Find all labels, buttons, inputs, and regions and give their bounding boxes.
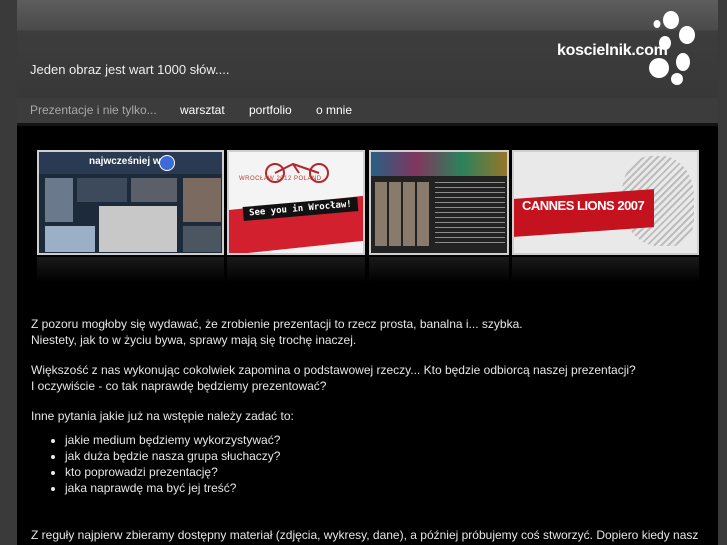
name-list-image xyxy=(435,182,505,246)
header: Jeden obraz jest wart 1000 słów.... kosc… xyxy=(17,0,718,98)
cannes-text: CANNES LIONS 2007 xyxy=(522,198,645,213)
portfolio-gallery: najwcześniej w WROCŁAW 2012 POLAND See y… xyxy=(37,150,699,285)
nav-item-prezentacje[interactable]: Prezentacje i nie tylko... xyxy=(30,103,157,117)
tile-image xyxy=(131,178,177,202)
paragraph: Niestety, jak to w życiu bywa, sprawy ma… xyxy=(31,333,357,347)
list-item: jaka naprawdę ma być jej treść? xyxy=(65,480,703,496)
thumb-header-bar: najwcześniej w xyxy=(39,152,222,174)
article-body: Z pozoru mogłoby się wydawać, że zrobien… xyxy=(31,316,703,543)
thumb-reflection xyxy=(37,257,224,283)
paragraph: I oczywiście - co tak naprawdę będziemy … xyxy=(31,379,327,393)
main-content: najwcześniej w WROCŁAW 2012 POLAND See y… xyxy=(17,126,718,545)
gallery-thumb-tv[interactable]: najwcześniej w xyxy=(37,150,224,255)
paragraph: Z reguły najpierw zbieramy dostępny mate… xyxy=(31,528,699,542)
list-item: jakie medium będziemy wykorzystywać? xyxy=(65,432,703,448)
paragraph: Większość z nas wykonując cokolwiek zapo… xyxy=(31,363,636,377)
thumb-title: najwcześniej w xyxy=(89,156,161,167)
page-frame: Jeden obraz jest wart 1000 słów.... kosc… xyxy=(17,0,718,545)
face-grid-image xyxy=(375,182,431,246)
thumb-reflection xyxy=(369,257,509,283)
site-tagline: Jeden obraz jest wart 1000 słów.... xyxy=(30,62,230,77)
wroclaw-headline: WROCŁAW 2012 POLAND xyxy=(239,176,322,182)
tile-image xyxy=(183,178,221,222)
paragraph: Z pozoru mogłoby się wydawać, że zrobien… xyxy=(31,317,523,331)
gallery-thumb-cannes[interactable]: CANNES LIONS 2007 xyxy=(512,150,699,255)
questions-list: jakie medium będziemy wykorzystywać? jak… xyxy=(31,432,703,496)
tile-image xyxy=(45,178,73,222)
gallery-thumb-wroclaw[interactable]: WROCŁAW 2012 POLAND See you in Wrocław! xyxy=(227,150,365,255)
list-item: jak duża będzie nasza grupa słuchaczy? xyxy=(65,448,703,464)
thumb-reflection xyxy=(227,257,365,283)
tile-image xyxy=(183,226,221,252)
thumb-reflection xyxy=(512,257,699,283)
channel-badge-icon xyxy=(159,155,175,171)
gallery-thumb-faces[interactable] xyxy=(369,150,509,255)
banner-image xyxy=(371,152,507,176)
tile-image xyxy=(77,178,127,202)
tile-image xyxy=(45,226,95,252)
nav-item-warsztat[interactable]: warsztat xyxy=(180,103,225,117)
list-item: kto poprowadzi prezentację? xyxy=(65,464,703,480)
main-nav: Prezentacje i nie tylko... warsztat port… xyxy=(17,98,718,123)
nav-item-portfolio[interactable]: portfolio xyxy=(249,103,292,117)
tile-image xyxy=(99,206,177,252)
nav-item-o-mnie[interactable]: o mnie xyxy=(316,103,352,117)
paragraph: Inne pytania jakie już na wstępie należy… xyxy=(31,409,294,423)
paw-logo-icon[interactable] xyxy=(645,10,697,86)
